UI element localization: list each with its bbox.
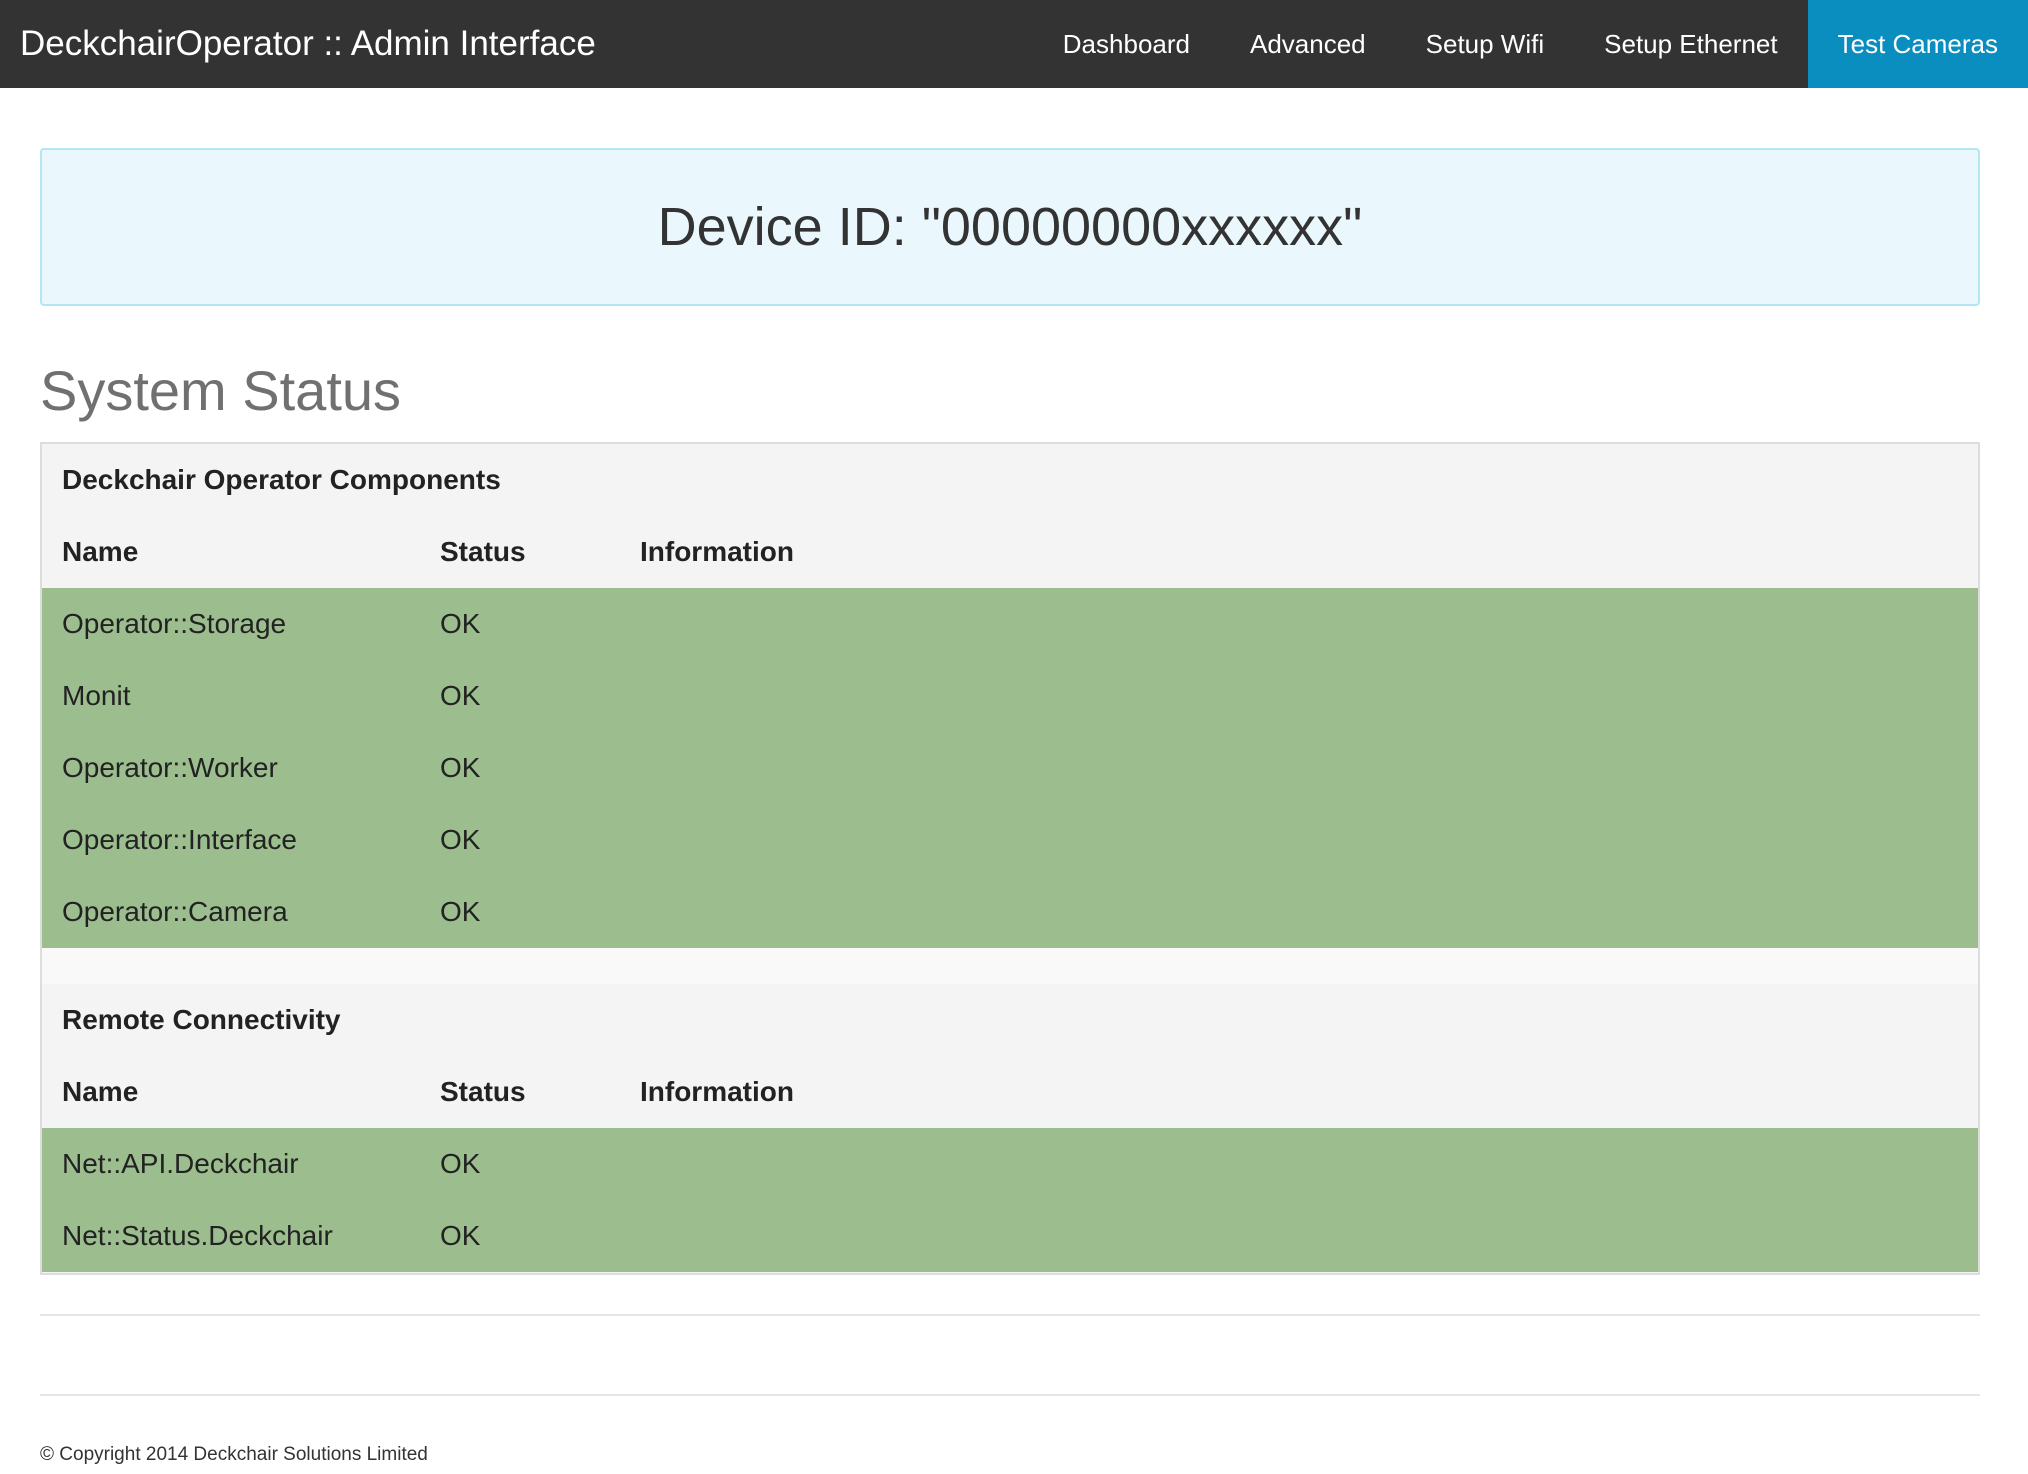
nav-setup-ethernet[interactable]: Setup Ethernet [1574, 0, 1807, 88]
group-spacer [42, 948, 1978, 984]
device-id-banner: Device ID: "00000000xxxxxx" [40, 148, 1980, 306]
row-status: OK [440, 1148, 481, 1179]
row-name: Operator::Camera [62, 896, 288, 927]
nav-dashboard[interactable]: Dashboard [1033, 0, 1220, 88]
table-row: Operator::Interface OK [42, 804, 1978, 876]
row-name: Operator::Worker [62, 752, 278, 783]
table-row: Operator::Storage OK [42, 588, 1978, 660]
nav-test-cameras[interactable]: Test Cameras [1807, 0, 2028, 88]
table-row: Monit OK [42, 660, 1978, 732]
row-status: OK [440, 752, 481, 783]
table-row: Operator::Camera OK [42, 876, 1978, 948]
row-status: OK [440, 608, 481, 639]
row-status: OK [440, 896, 481, 927]
row-status: OK [440, 824, 481, 855]
group-title: Deckchair Operator Components [62, 464, 501, 495]
column-header-status: Status [440, 536, 526, 567]
nav-advanced[interactable]: Advanced [1220, 0, 1396, 88]
divider [40, 1394, 1980, 1396]
row-status: OK [440, 1220, 481, 1251]
column-header-information: Information [640, 1076, 794, 1107]
row-name: Net::Status.Deckchair [62, 1220, 333, 1251]
table-row: Operator::Worker OK [42, 732, 1978, 804]
table-row: Net::Status.Deckchair OK [42, 1200, 1978, 1272]
column-header-status: Status [440, 1076, 526, 1107]
connectivity-group-header: Remote Connectivity Name Status Informat… [42, 984, 1978, 1128]
divider [40, 1314, 1980, 1316]
page-title: System Status [40, 359, 402, 422]
row-name: Operator::Storage [62, 608, 287, 639]
main-nav: Dashboard Advanced Setup Wifi Setup Ethe… [1033, 0, 2028, 88]
nav-setup-wifi[interactable]: Setup Wifi [1396, 0, 1575, 88]
column-header-name: Name [62, 536, 139, 567]
table-row: Net::API.Deckchair OK [42, 1128, 1978, 1200]
column-header-row: Name Status Information [42, 1056, 1978, 1128]
row-status: OK [440, 680, 481, 711]
brand-title[interactable]: DeckchairOperator :: Admin Interface [0, 0, 596, 88]
row-name: Net::API.Deckchair [62, 1148, 299, 1179]
column-header-row: Name Status Information [42, 516, 1978, 588]
device-id-text: Device ID: "00000000xxxxxx" [657, 197, 1363, 257]
connectivity-rows: Net::API.Deckchair OK Net::Status.Deckch… [42, 1128, 1978, 1272]
components-rows: Operator::Storage OK Monit OK Operator::… [42, 588, 1978, 948]
column-header-information: Information [640, 536, 794, 567]
components-group-header: Deckchair Operator Components Name Statu… [42, 444, 1978, 588]
top-navbar: DeckchairOperator :: Admin Interface Das… [0, 0, 2028, 88]
column-header-name: Name [62, 1076, 139, 1107]
footer-copyright: © Copyright 2014 Deckchair Solutions Lim… [40, 1444, 428, 1465]
row-name: Monit [62, 680, 131, 711]
group-title: Remote Connectivity [62, 1004, 341, 1035]
row-name: Operator::Interface [62, 824, 298, 855]
system-status-table: Deckchair Operator Components Name Statu… [40, 442, 1980, 1275]
